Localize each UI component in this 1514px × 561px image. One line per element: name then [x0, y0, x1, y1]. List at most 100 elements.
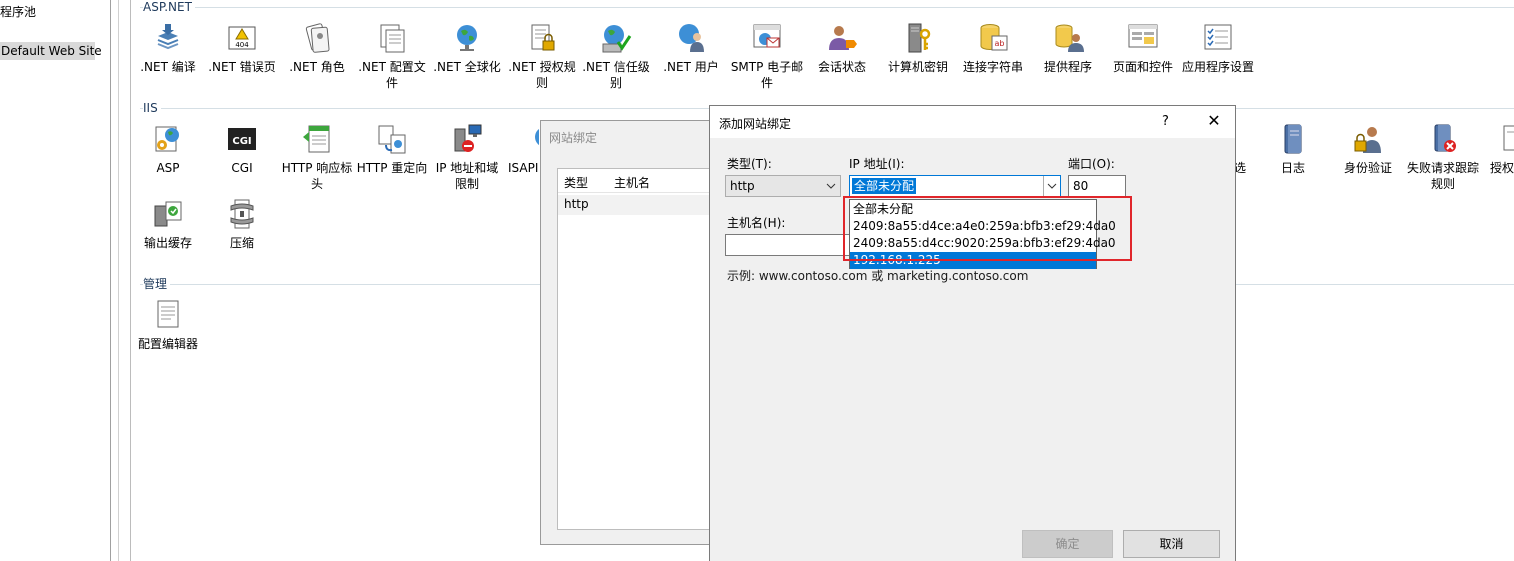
tile-label: 计算机密钥: [887, 60, 948, 74]
tile-isapi[interactable]: ISAPI: [505, 123, 539, 176]
net-users-icon: [675, 22, 707, 54]
site-bindings-dialog: 网站绑定 类型 主机名 http: [540, 120, 727, 545]
add-binding-dialog: 添加网站绑定 ? ✕ 类型(T): http IP 地址(I): 全部未分配 端…: [709, 105, 1236, 561]
host-name-field[interactable]: [725, 234, 851, 256]
authentication-icon: [1352, 123, 1384, 155]
port-field-value: 80: [1073, 179, 1089, 193]
ip-address-select-value: 全部未分配: [852, 178, 917, 194]
tile-authorization[interactable]: 授权: [1484, 123, 1514, 176]
tile-label: 输出缓存: [143, 236, 192, 250]
tile-net-trust-level[interactable]: .NET 信任级别: [579, 22, 653, 91]
highlight-annotation-box: [843, 196, 1132, 261]
tile-net-roles[interactable]: .NET 角色: [280, 22, 354, 75]
dialog-title: 添加网站绑定: [719, 117, 792, 131]
tile-machine-key[interactable]: 计算机密钥: [881, 22, 955, 75]
logging-icon: [1277, 123, 1309, 155]
tile-label: 提供程序: [1043, 60, 1092, 74]
tile-output-cache[interactable]: 输出缓存: [131, 198, 205, 251]
tile-label: .NET 用户: [663, 60, 719, 74]
tile-label: ASP: [156, 161, 180, 175]
tile-session-state[interactable]: 会话状态: [805, 22, 879, 75]
tile-smtp-email[interactable]: SMTP 电子邮件: [730, 22, 804, 91]
splitter[interactable]: [118, 0, 119, 561]
tile-connection-strings[interactable]: ab 连接字符串: [956, 22, 1030, 75]
tile-label: .NET 授权规则: [508, 60, 576, 90]
tile-net-authorization[interactable]: .NET 授权规则: [505, 22, 579, 91]
close-icon[interactable]: ✕: [1204, 111, 1224, 130]
section-title-management: 管理: [143, 277, 171, 291]
tile-net-error-page[interactable]: 404 .NET 错误页: [205, 22, 279, 75]
cgi-icon: CGI: [226, 123, 258, 155]
asp-icon: [152, 123, 184, 155]
tile-cgi[interactable]: CGI CGI: [205, 123, 279, 176]
tile-configuration-editor[interactable]: 配置编辑器: [131, 299, 205, 352]
help-button[interactable]: ?: [1162, 114, 1169, 129]
tile-label: 失败请求跟踪规则: [1406, 161, 1479, 191]
tile-ip-restrictions[interactable]: IP 地址和域限制: [430, 123, 504, 192]
tree-item-app-pools[interactable]: 程序池: [0, 3, 36, 21]
net-profile-icon: [376, 22, 408, 54]
connection-strings-icon: ab: [977, 22, 1009, 54]
iis-manager-window: 程序池 Default Web Site ASP.NET IIS 管理 .NET…: [0, 0, 1514, 561]
tile-label: 页面和控件: [1112, 60, 1173, 74]
tile-label: .NET 角色: [289, 60, 345, 74]
configuration-editor-icon: [152, 299, 184, 331]
tile-http-response-headers[interactable]: HTTP 响应标头: [280, 123, 354, 192]
binding-type-cell: http: [564, 197, 589, 211]
ip-restrictions-icon: [451, 123, 483, 155]
compression-icon: [226, 198, 258, 230]
chevron-down-icon: [826, 178, 836, 194]
dialog-titlebar: 添加网站绑定 ? ✕: [710, 106, 1235, 138]
http-redirect-icon: [376, 123, 408, 155]
port-label: 端口(O):: [1068, 157, 1115, 171]
tile-authentication[interactable]: 身份验证: [1331, 123, 1405, 176]
tile-app-settings[interactable]: 应用程序设置: [1181, 22, 1255, 75]
net-compile-icon: [152, 22, 184, 54]
bindings-list[interactable]: 类型 主机名 http: [557, 168, 727, 530]
svg-text:ab: ab: [995, 39, 1005, 48]
tile-pages-controls[interactable]: 页面和控件: [1106, 22, 1180, 75]
tile-logging[interactable]: 日志: [1256, 123, 1330, 176]
ip-address-label: IP 地址(I):: [849, 157, 905, 171]
tile-label: HTTP 响应标头: [281, 161, 353, 191]
chevron-down-icon: [1047, 183, 1057, 189]
dialog-title: 网站绑定: [549, 131, 598, 145]
session-state-icon: [826, 22, 858, 54]
net-trust-level-icon: [600, 22, 632, 54]
tile-label: .NET 配置文件: [358, 60, 426, 90]
tile-http-redirect[interactable]: HTTP 重定向: [355, 123, 429, 176]
tile-net-compile[interactable]: .NET 编译: [131, 22, 205, 75]
tile-asp[interactable]: ASP: [131, 123, 205, 176]
section-rule-aspnet: [140, 7, 1514, 8]
tile-label: .NET 全球化: [433, 60, 501, 74]
tile-label: 应用程序设置: [1181, 60, 1254, 74]
net-authorization-icon: [526, 22, 558, 54]
tile-providers[interactable]: 提供程序: [1031, 22, 1105, 75]
connections-tree: 程序池 Default Web Site: [0, 0, 111, 561]
tile-net-profile[interactable]: .NET 配置文件: [355, 22, 429, 91]
type-select[interactable]: http: [725, 175, 841, 197]
tile-compression[interactable]: 压缩: [205, 198, 279, 251]
tree-item-default-web-site[interactable]: Default Web Site: [0, 42, 102, 60]
http-response-headers-icon: [301, 123, 333, 155]
column-header-type[interactable]: 类型: [564, 174, 588, 191]
tile-label: ISAPI: [508, 161, 539, 175]
host-name-label: 主机名(H):: [727, 216, 786, 230]
table-row[interactable]: http: [558, 195, 726, 215]
ok-button[interactable]: 确定: [1022, 530, 1113, 558]
tile-label: 连接字符串: [962, 60, 1023, 74]
ip-address-select[interactable]: 全部未分配: [849, 175, 1061, 197]
tile-failed-request-tracing[interactable]: 失败请求跟踪规则: [1406, 123, 1480, 192]
column-header-host[interactable]: 主机名: [614, 174, 650, 191]
cancel-button[interactable]: 取消: [1123, 530, 1220, 558]
pages-controls-icon: [1127, 22, 1159, 54]
tile-net-users[interactable]: .NET 用户: [654, 22, 728, 75]
net-error-page-icon: 404: [226, 22, 258, 54]
type-label: 类型(T):: [727, 157, 772, 171]
dropdown-button[interactable]: [1043, 176, 1060, 196]
tile-net-globalization[interactable]: .NET 全球化: [430, 22, 504, 75]
port-field[interactable]: 80: [1068, 175, 1126, 197]
svg-text:CGI: CGI: [232, 136, 251, 147]
section-title-aspnet: ASP.NET: [143, 0, 195, 14]
isapi-icon: [529, 123, 539, 155]
